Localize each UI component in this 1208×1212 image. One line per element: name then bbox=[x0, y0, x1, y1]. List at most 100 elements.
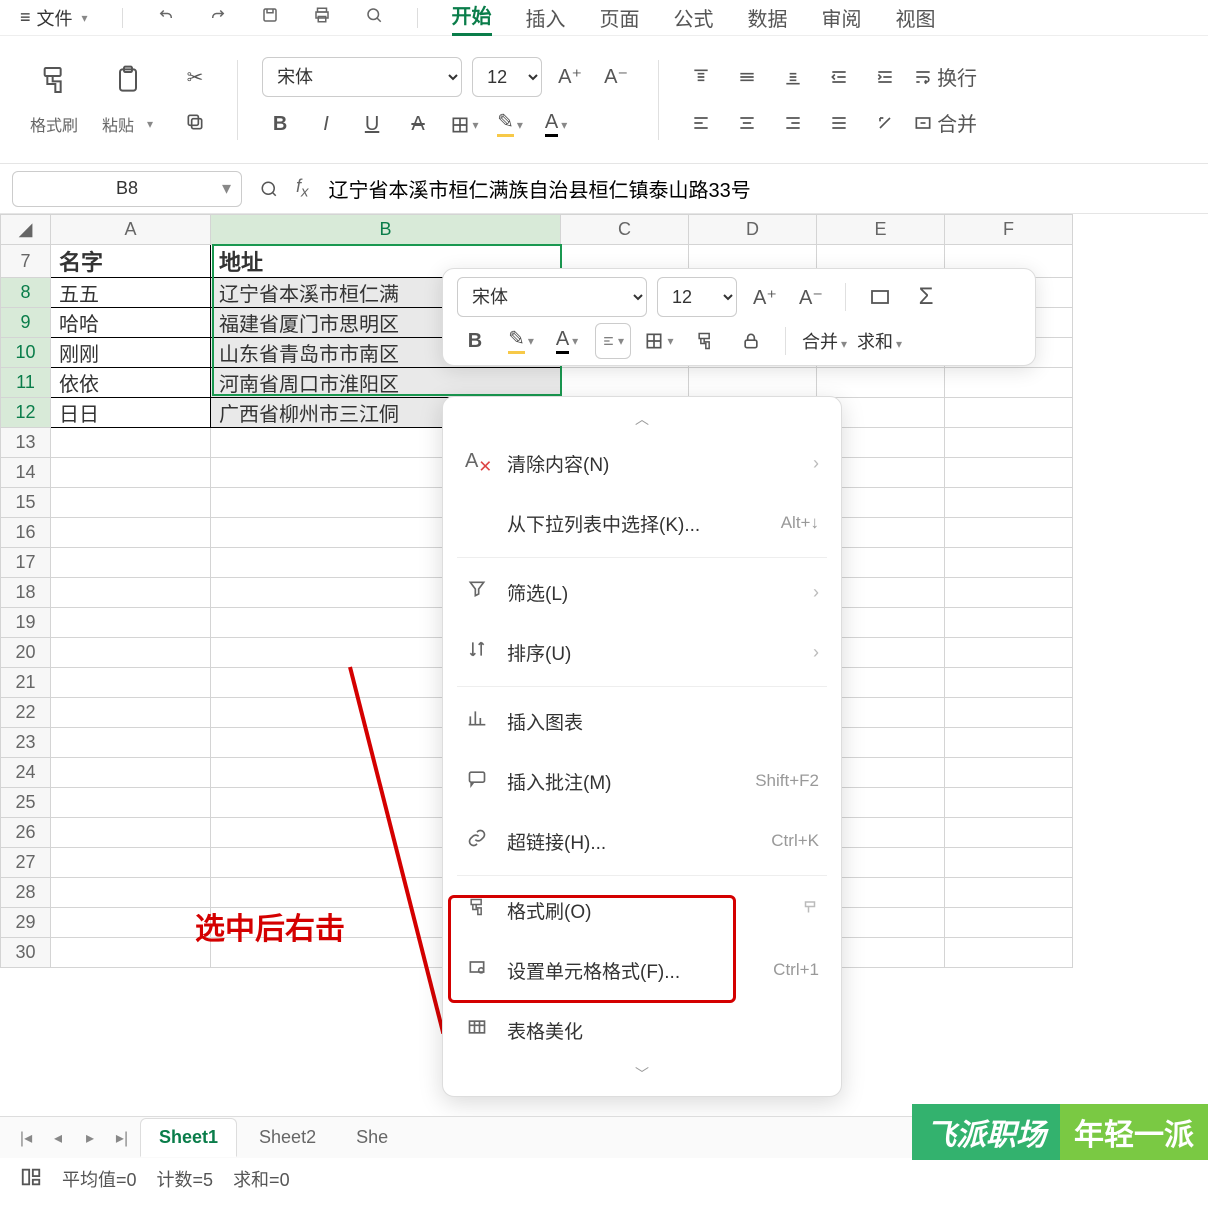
col-header-C[interactable]: C bbox=[561, 215, 689, 245]
row-header[interactable]: 16 bbox=[1, 518, 51, 548]
col-header-E[interactable]: E bbox=[817, 215, 945, 245]
cell[interactable]: 日日 bbox=[51, 398, 211, 428]
tab-page[interactable]: 页面 bbox=[600, 3, 640, 32]
increase-indent-icon[interactable] bbox=[867, 59, 903, 95]
bold-button[interactable]: B bbox=[457, 323, 493, 359]
decrease-indent-icon[interactable] bbox=[821, 59, 857, 95]
redo-icon[interactable] bbox=[209, 6, 227, 29]
border-button[interactable]: ▾ bbox=[446, 107, 482, 143]
cell[interactable]: 哈哈 bbox=[51, 308, 211, 338]
mini-font-size[interactable]: 12 bbox=[657, 277, 737, 317]
row-header[interactable]: 27 bbox=[1, 848, 51, 878]
font-color-button[interactable]: A▾ bbox=[549, 323, 585, 359]
row-header[interactable]: 15 bbox=[1, 488, 51, 518]
row-header[interactable]: 26 bbox=[1, 818, 51, 848]
mini-font-name[interactable]: 宋体 bbox=[457, 277, 647, 317]
sheet-tab[interactable]: Sheet1 bbox=[140, 1118, 237, 1157]
orientation-icon[interactable] bbox=[867, 105, 903, 141]
last-sheet-icon[interactable]: ▸| bbox=[108, 1124, 136, 1152]
tab-start[interactable]: 开始 bbox=[452, 0, 492, 36]
chevron-down-icon[interactable]: ▾ bbox=[222, 178, 231, 199]
merge-icon[interactable] bbox=[862, 279, 898, 315]
increase-font-icon[interactable]: A⁺ bbox=[552, 59, 588, 95]
cell[interactable]: 河南省周口市淮阳区 bbox=[211, 368, 561, 398]
row-header[interactable]: 8 bbox=[1, 278, 51, 308]
strikethrough-button[interactable]: A bbox=[400, 107, 436, 143]
font-name-select[interactable]: 宋体 bbox=[262, 57, 462, 97]
paste-icon[interactable] bbox=[112, 64, 144, 104]
format-painter-icon[interactable] bbox=[687, 323, 723, 359]
copy-icon[interactable] bbox=[177, 104, 213, 140]
row-header[interactable]: 13 bbox=[1, 428, 51, 458]
fill-color-button[interactable]: ✎▾ bbox=[492, 107, 528, 143]
format-painter-icon[interactable] bbox=[38, 64, 70, 104]
align-middle-icon[interactable] bbox=[729, 59, 765, 95]
prev-sheet-icon[interactable]: ◂ bbox=[44, 1124, 72, 1152]
menu-dropdown-select[interactable]: 从下拉列表中选择(K)...Alt+↓ bbox=[443, 493, 841, 553]
row-header[interactable]: 7 bbox=[1, 245, 51, 278]
tab-data[interactable]: 数据 bbox=[748, 3, 788, 32]
row-header[interactable]: 30 bbox=[1, 938, 51, 968]
name-box[interactable]: B8 ▾ bbox=[12, 171, 242, 207]
row-header[interactable]: 24 bbox=[1, 758, 51, 788]
font-size-select[interactable]: 12 bbox=[472, 57, 542, 97]
collapse-down-icon[interactable]: ﹀ bbox=[443, 1060, 841, 1088]
first-sheet-icon[interactable]: |◂ bbox=[12, 1124, 40, 1152]
file-menu[interactable]: ≡ 文件 ▾ bbox=[20, 5, 88, 31]
chevron-down-icon[interactable]: ▾ bbox=[147, 117, 153, 131]
row-header[interactable]: 18 bbox=[1, 578, 51, 608]
tab-insert[interactable]: 插入 bbox=[526, 3, 566, 32]
italic-button[interactable]: I bbox=[308, 107, 344, 143]
align-left-icon[interactable] bbox=[683, 105, 719, 141]
undo-icon[interactable] bbox=[157, 6, 175, 29]
cell[interactable]: 名字 bbox=[51, 245, 211, 278]
row-header[interactable]: 10 bbox=[1, 338, 51, 368]
formula-input[interactable] bbox=[321, 171, 1196, 207]
select-all-corner[interactable]: ◢ bbox=[1, 215, 51, 245]
tab-formula[interactable]: 公式 bbox=[674, 3, 714, 32]
row-header[interactable]: 21 bbox=[1, 668, 51, 698]
menu-beautify[interactable]: 表格美化 bbox=[443, 1000, 841, 1060]
align-center-icon[interactable] bbox=[729, 105, 765, 141]
align-right-icon[interactable] bbox=[775, 105, 811, 141]
row-header[interactable]: 9 bbox=[1, 308, 51, 338]
cell[interactable]: 依依 bbox=[51, 368, 211, 398]
row-header[interactable]: 23 bbox=[1, 728, 51, 758]
tab-view[interactable]: 视图 bbox=[896, 3, 936, 32]
justify-icon[interactable] bbox=[821, 105, 857, 141]
font-color-button[interactable]: A▾ bbox=[538, 107, 574, 143]
decrease-font-icon[interactable]: A⁻ bbox=[793, 279, 829, 315]
row-header[interactable]: 17 bbox=[1, 548, 51, 578]
fx-label[interactable]: fx bbox=[296, 176, 309, 201]
autosum-icon[interactable]: Σ bbox=[908, 279, 944, 315]
preview-icon[interactable] bbox=[365, 6, 383, 29]
menu-insert-chart[interactable]: 插入图表 bbox=[443, 691, 841, 751]
row-header[interactable]: 25 bbox=[1, 788, 51, 818]
menu-hyperlink[interactable]: 超链接(H)...Ctrl+K bbox=[443, 811, 841, 871]
cancel-icon[interactable] bbox=[254, 174, 284, 204]
sheet-tab[interactable]: She bbox=[338, 1119, 406, 1156]
align-button[interactable]: ▾ bbox=[595, 323, 631, 359]
col-header-A[interactable]: A bbox=[51, 215, 211, 245]
cut-icon[interactable]: ✂ bbox=[177, 60, 213, 96]
decrease-font-icon[interactable]: A⁻ bbox=[598, 59, 634, 95]
menu-sort[interactable]: 排序(U)› bbox=[443, 622, 841, 682]
increase-font-icon[interactable]: A⁺ bbox=[747, 279, 783, 315]
save-icon[interactable] bbox=[261, 6, 279, 29]
print-icon[interactable] bbox=[313, 6, 331, 29]
sheet-tab[interactable]: Sheet2 bbox=[241, 1119, 334, 1156]
menu-format-painter[interactable]: 格式刷(O) bbox=[443, 880, 841, 940]
merge-button[interactable]: 合并 bbox=[913, 105, 977, 141]
row-header[interactable]: 11 bbox=[1, 368, 51, 398]
next-sheet-icon[interactable]: ▸ bbox=[76, 1124, 104, 1152]
row-header[interactable]: 12 bbox=[1, 398, 51, 428]
tab-review[interactable]: 审阅 bbox=[822, 3, 862, 32]
row-header[interactable]: 19 bbox=[1, 608, 51, 638]
layout-icon[interactable] bbox=[20, 1166, 42, 1193]
merge-label[interactable]: 合并▾ bbox=[802, 328, 847, 354]
align-top-icon[interactable] bbox=[683, 59, 719, 95]
wrap-text-button[interactable]: 换行 bbox=[913, 59, 977, 95]
fill-color-button[interactable]: ✎▾ bbox=[503, 323, 539, 359]
cell[interactable]: 五五 bbox=[51, 278, 211, 308]
col-header-B[interactable]: B bbox=[211, 215, 561, 245]
